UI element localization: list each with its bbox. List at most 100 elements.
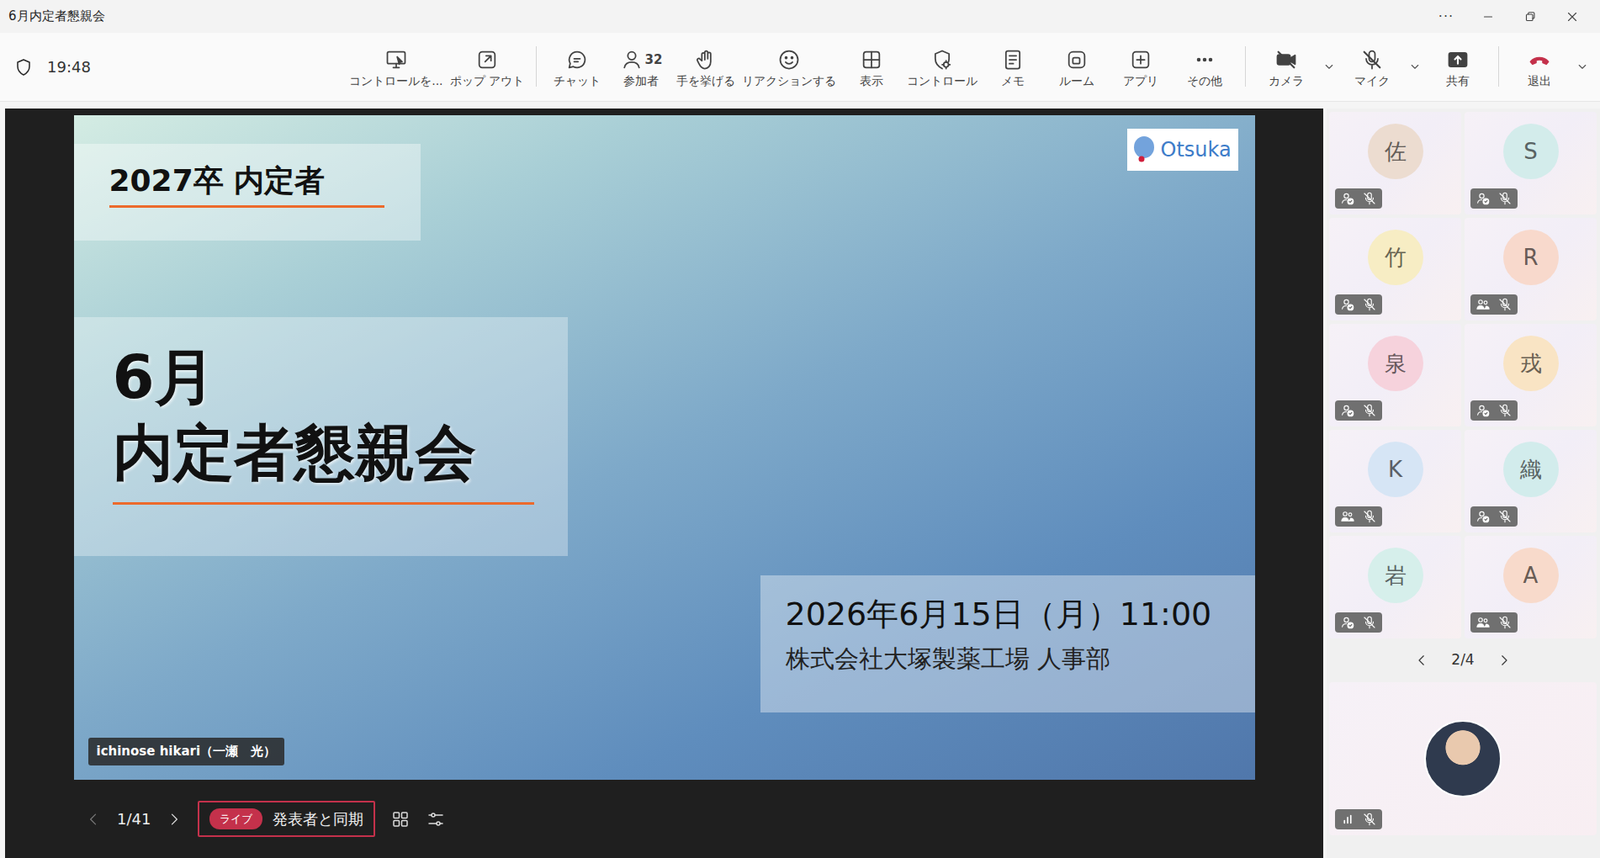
toolbar-label: カメラ (1268, 74, 1304, 89)
sync-presenter-button[interactable]: ライブ発表者と同期 (197, 800, 376, 838)
more-button[interactable]: ··· (1425, 6, 1468, 27)
smile-icon (777, 47, 801, 72)
toolbar-icon-wrap (777, 45, 801, 75)
toolbar-item: マイク (1340, 42, 1426, 92)
layout-icon (859, 47, 884, 72)
toolbar-button[interactable]: マイク (1340, 42, 1404, 92)
toolbar-item: 手を挙げる (672, 42, 739, 92)
title-underline (112, 502, 535, 505)
dropdown-chevron[interactable] (1571, 58, 1594, 75)
participant-kind (1340, 402, 1356, 419)
dropdown-chevron[interactable] (1403, 58, 1426, 75)
toolbar-button[interactable]: ルーム (1044, 42, 1109, 92)
settings-button[interactable] (425, 809, 446, 830)
toolbar-item: その他 (1172, 42, 1237, 92)
self-mic (1361, 811, 1378, 827)
gallery-pager: 2/4 (1329, 638, 1597, 683)
participant-initial: 岩 (1384, 559, 1407, 593)
heading-underline (109, 205, 385, 208)
mic-muted-icon (1497, 508, 1513, 525)
restore-button[interactable] (1509, 1, 1552, 32)
signal-icon (1340, 811, 1356, 827)
slide-date-box: 2026年6月15日（月）11:00株式会社大塚製薬工場 人事部 (760, 575, 1256, 713)
participant-tile[interactable]: 佐 (1329, 111, 1462, 215)
self-view-tile[interactable] (1329, 682, 1597, 836)
toolbar-item: 32参加者 (609, 42, 673, 92)
slide-title-line: 6月 (112, 339, 535, 415)
participant-tile[interactable]: 泉 (1329, 323, 1462, 427)
participant-tile[interactable]: 岩 (1329, 535, 1462, 639)
toolbar-icon-wrap (1128, 45, 1153, 75)
mic-muted-icon (1361, 190, 1378, 207)
toolbar-button[interactable]: 手を挙げる (672, 42, 739, 92)
chevron-down-icon (1407, 58, 1423, 75)
toolbar-button[interactable]: メモ (980, 42, 1045, 92)
participant-kind (1340, 296, 1356, 313)
participant-status (1335, 188, 1383, 209)
participant-status (1470, 188, 1518, 209)
participant-tile[interactable]: 戎 (1464, 323, 1597, 427)
toolbar-icon-wrap (1360, 45, 1384, 75)
participant-kind (1475, 296, 1491, 313)
participant-tile[interactable]: R (1464, 217, 1597, 321)
prev-slide-button[interactable] (84, 810, 102, 828)
toolbar-button[interactable]: アプリ (1108, 42, 1173, 92)
toolbar-button[interactable]: 退出 (1507, 42, 1572, 92)
self-view-photo (1424, 720, 1502, 798)
participant-mic (1497, 190, 1513, 207)
notes-icon (1001, 47, 1025, 72)
toolbar-item: メモ (980, 42, 1045, 92)
toolbar-button[interactable]: コントロールを... (345, 42, 446, 92)
next-page-button[interactable] (1496, 652, 1512, 668)
people-guest-icon (1340, 508, 1356, 525)
grid-icon (390, 809, 411, 830)
participant-avatar: 泉 (1367, 335, 1424, 392)
toolbar-icon-wrap (565, 45, 589, 75)
participant-kind (1340, 508, 1356, 525)
toolbar-button[interactable]: コントロール (903, 42, 981, 92)
page-indicator: 2/4 (1451, 649, 1474, 672)
participant-initial: 織 (1520, 453, 1542, 487)
participant-count: 32 (645, 50, 663, 70)
toolbar-button[interactable]: 共有 (1425, 42, 1490, 92)
live-badge: ライブ (209, 808, 263, 831)
toolbar-button[interactable]: ポップ アウト (446, 42, 528, 92)
participant-kind (1475, 190, 1491, 207)
toolbar-label: コントロールを... (349, 74, 443, 89)
participant-initial: K (1388, 453, 1403, 487)
prev-page-button[interactable] (1414, 652, 1430, 668)
grid-view-button[interactable] (390, 809, 411, 830)
toolbar-button[interactable]: その他 (1172, 42, 1237, 92)
shield-icon (13, 57, 34, 78)
participant-mic (1497, 402, 1513, 419)
mic-muted-icon (1361, 296, 1378, 313)
toolbar-group: 退出 (1507, 42, 1594, 92)
meeting-area: Otsuka2027卒 内定者6月内定者懇親会2026年6月15日（月）11:0… (0, 101, 1600, 858)
minimize-button[interactable] (1467, 1, 1510, 32)
toolbar-button[interactable]: カメラ (1254, 42, 1319, 92)
slide-heading-box: 2027卒 内定者 (74, 143, 421, 241)
toolbar-button[interactable]: チャット (545, 42, 610, 92)
next-slide-button[interactable] (165, 810, 183, 828)
close-button[interactable] (1551, 1, 1594, 32)
participant-tile[interactable]: K (1329, 429, 1462, 533)
toolbar-icon-wrap: 32 (619, 45, 663, 75)
share-stage: Otsuka2027卒 内定者6月内定者懇親会2026年6月15日（月）11:0… (5, 108, 1324, 858)
dropdown-chevron[interactable] (1318, 58, 1341, 75)
sliders-icon (425, 809, 446, 830)
participant-initial: R (1522, 241, 1538, 275)
participant-tile[interactable]: S (1464, 111, 1597, 215)
person-check-icon (1340, 190, 1356, 207)
toolbar-button[interactable]: リアクションする (738, 42, 840, 92)
participant-status (1335, 612, 1383, 633)
toolbar-item: カメラ (1254, 42, 1341, 92)
participant-tile[interactable]: A (1464, 535, 1597, 639)
toolbar-button[interactable]: 表示 (839, 42, 904, 92)
toolbar-label: 表示 (859, 74, 884, 89)
slide-title-line: 内定者懇親会 (112, 414, 535, 491)
participant-tile[interactable]: 竹 (1329, 217, 1462, 321)
toolbar-button[interactable]: 32参加者 (609, 42, 673, 92)
mic-muted-icon (1497, 190, 1513, 207)
minimize-icon (1480, 9, 1496, 25)
participant-tile[interactable]: 織 (1464, 429, 1597, 533)
